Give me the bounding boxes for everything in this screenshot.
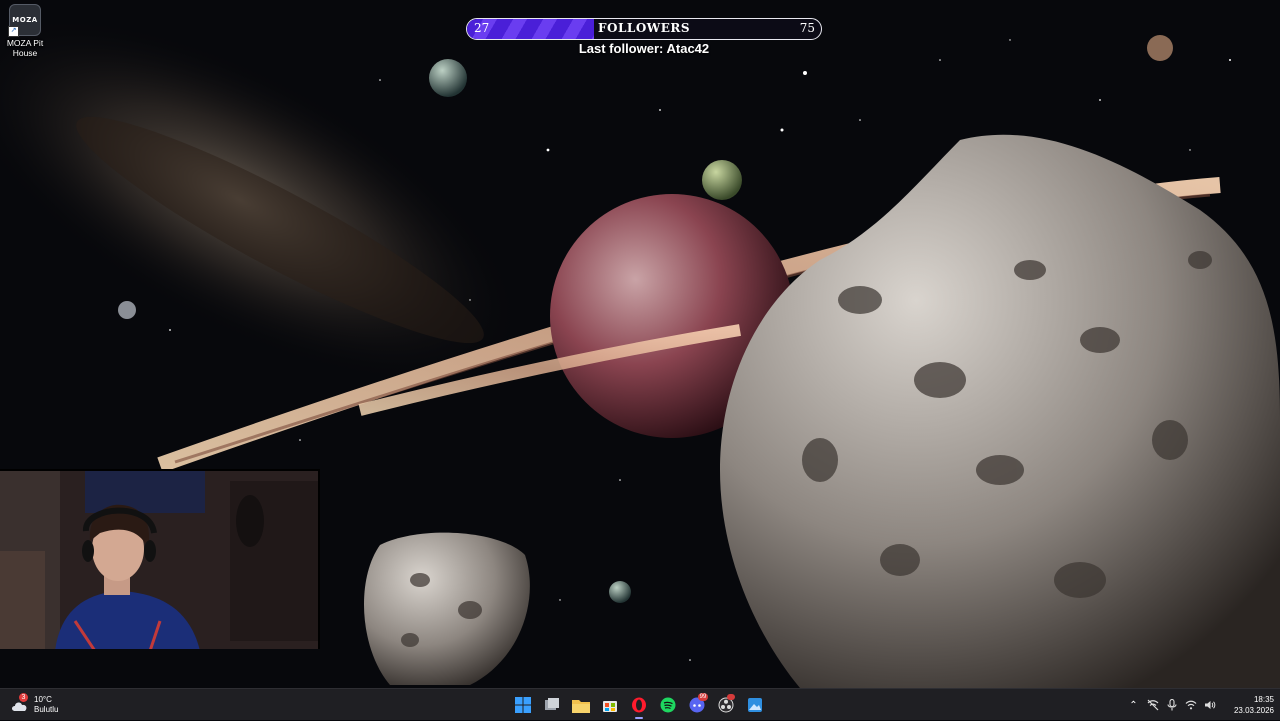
task-view-button[interactable] (537, 689, 566, 721)
last-follower-label: Last follower: (578, 41, 664, 56)
shortcut-arrow-icon: ↗ (8, 26, 19, 37)
discord-notification-badge: 99 (698, 693, 708, 701)
spotify-icon (660, 697, 675, 713)
speaker-icon (1204, 701, 1215, 709)
volume-button[interactable] (1200, 689, 1219, 721)
obs-button[interactable] (711, 689, 740, 721)
webcam-feed (0, 469, 320, 649)
last-follower-text: Last follower: Atac42 (466, 41, 822, 56)
follower-goal-bar: 27 FOLLOWERS 75 (466, 18, 822, 40)
windows-logo-icon (514, 697, 531, 713)
network-status-button[interactable] (1143, 689, 1162, 721)
moza-tile-text: MOZA (12, 16, 38, 24)
folder-icon (571, 699, 590, 713)
clock-date: 23.03.2026 (1233, 706, 1274, 715)
wifi-icon (1185, 700, 1196, 710)
last-follower-name: Atac42 (666, 41, 710, 56)
microphone-icon (1166, 699, 1177, 711)
desktop-icon-moza-pit-house[interactable]: MOZA ↗ MOZA Pit House (2, 4, 48, 58)
opera-icon (631, 697, 646, 713)
show-hidden-icons-button[interactable]: ⌃ (1124, 689, 1143, 721)
system-tray: ⌃ (1124, 689, 1219, 721)
wifi-button[interactable] (1181, 689, 1200, 721)
person-webcam-icon (0, 471, 318, 649)
microphone-button[interactable] (1162, 689, 1181, 721)
file-explorer-button[interactable] (566, 689, 595, 721)
obs-record-dot (727, 694, 735, 700)
follower-goal-title: FOLLOWERS (597, 21, 691, 35)
weather-widget[interactable]: 3 10°C Bulutlu (10, 693, 58, 717)
clock-time: 18:35 (1253, 695, 1274, 704)
moza-app-icon: MOZA ↗ (8, 4, 41, 37)
weather-temperature: 10°C (34, 695, 52, 704)
store-icon (602, 701, 617, 712)
start-button[interactable] (508, 689, 537, 721)
clock[interactable]: 18:35 23.03.2026 (1226, 694, 1274, 716)
spotify-button[interactable] (653, 689, 682, 721)
desktop-icon-label: MOZA Pit House (6, 38, 44, 58)
weather-condition: Bulutlu (34, 705, 59, 714)
store-button[interactable] (595, 689, 624, 721)
taskbar: 3 10°C Bulutlu 99 ⌃ 18:35 23.03.2026 (0, 688, 1280, 720)
image-app-button[interactable] (740, 689, 769, 721)
weather-badge: 3 (19, 693, 28, 702)
image-app-icon (747, 698, 762, 712)
task-view-icon (544, 698, 559, 710)
opera-button[interactable] (624, 689, 653, 721)
network-off-icon (1147, 699, 1158, 711)
discord-button[interactable]: 99 (682, 689, 711, 721)
taskbar-apps: 99 (508, 689, 769, 721)
chevron-up-icon: ⌃ (1129, 699, 1138, 711)
follower-goal-count: 75 (799, 21, 815, 35)
cloud-icon: 3 (10, 693, 30, 712)
